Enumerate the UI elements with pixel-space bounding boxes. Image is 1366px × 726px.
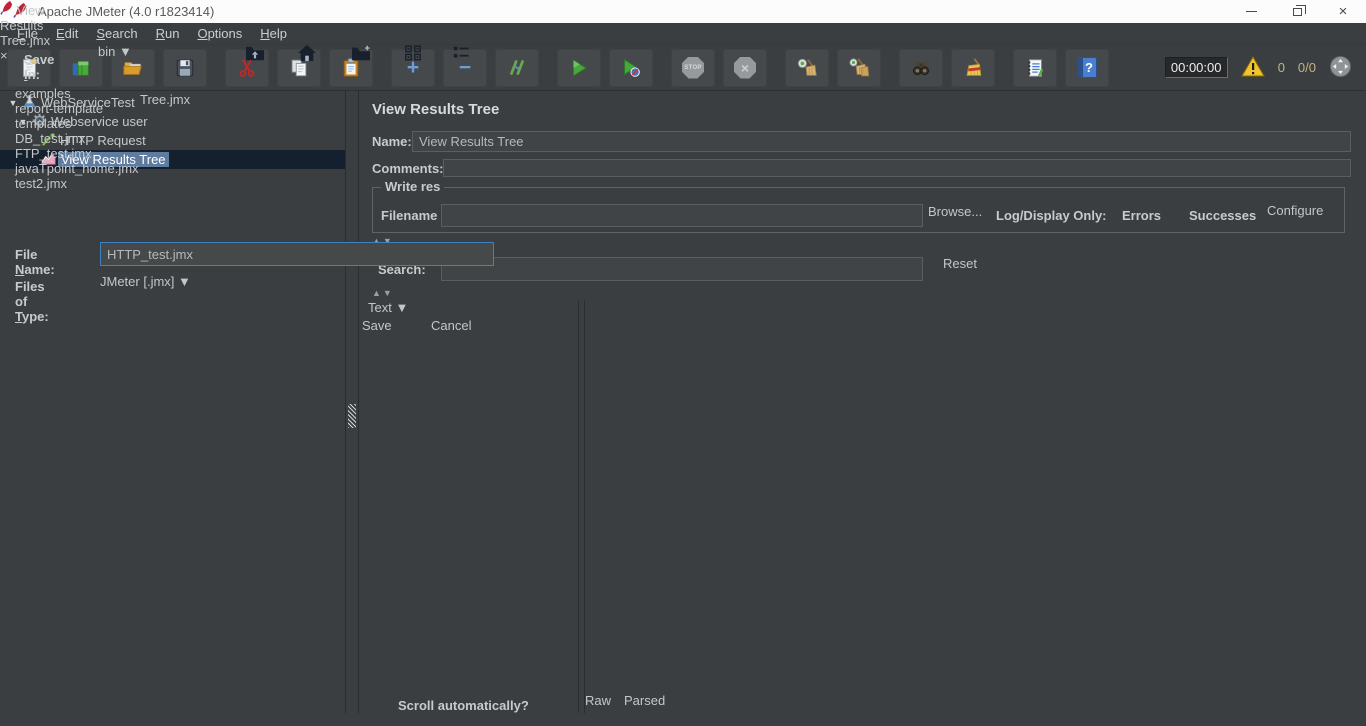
configure-button[interactable]: Configure xyxy=(1267,203,1342,229)
file-row[interactable]: javaTpoint_home.jmx xyxy=(15,161,496,176)
clear-broom-icon xyxy=(796,57,818,79)
file-row-folder[interactable]: templates xyxy=(15,116,496,131)
dialog-close-icon[interactable]: × xyxy=(0,48,8,63)
name-input[interactable]: View Results Tree xyxy=(412,131,1351,152)
grid-view-button[interactable] xyxy=(403,44,423,65)
menu-search[interactable]: Search xyxy=(87,23,146,45)
file-row[interactable]: test2.jmx xyxy=(15,176,496,191)
home-icon xyxy=(297,50,317,65)
filename-input[interactable] xyxy=(441,204,923,227)
splitter-grip[interactable] xyxy=(348,404,356,428)
tab-raw[interactable]: Raw xyxy=(585,693,623,713)
results-list-panel[interactable] xyxy=(368,332,578,690)
shutdown-icon: × xyxy=(734,57,756,79)
play-no-timers-icon xyxy=(620,57,642,79)
scroll-automatically-label: Scroll automatically? xyxy=(398,698,529,713)
reset-button[interactable]: Reset xyxy=(943,256,991,282)
save-in-label: Save In: xyxy=(24,52,54,82)
successes-label: Successes xyxy=(1189,208,1256,223)
successes-checkbox[interactable] xyxy=(1170,207,1183,220)
tab-parsed[interactable]: Parsed xyxy=(624,693,676,713)
log-error-count: 0 xyxy=(1278,60,1285,75)
new-folder-icon xyxy=(350,50,372,65)
list-view-button[interactable] xyxy=(451,44,471,65)
toggle-icon xyxy=(506,57,528,79)
scroll-automatically-checkbox[interactable] xyxy=(378,698,391,711)
help-button[interactable]: ? xyxy=(1065,49,1109,87)
thread-counter: 0/0 xyxy=(1298,60,1316,75)
start-button[interactable] xyxy=(557,49,601,87)
function-helper-button[interactable] xyxy=(1013,49,1057,87)
home-button[interactable] xyxy=(297,44,317,65)
menu-options[interactable]: Options xyxy=(188,23,251,45)
files-of-type-label: Files of Type: xyxy=(15,279,49,324)
menu-run[interactable]: Run xyxy=(147,23,189,45)
toggle-element-button[interactable] xyxy=(495,49,539,87)
view-results-tree-panel: View Results Tree Name: View Results Tre… xyxy=(359,91,1366,713)
cancel-button[interactable]: Cancel xyxy=(431,318,495,342)
up-one-level-button[interactable] xyxy=(244,44,266,65)
start-no-timers-button[interactable] xyxy=(609,49,653,87)
results-splitter-line[interactable] xyxy=(578,300,579,713)
warning-icon[interactable] xyxy=(1241,56,1265,80)
log-display-only-label: Log/Display Only: xyxy=(996,208,1107,223)
stop-icon: STOP xyxy=(682,57,704,79)
file-row-folder[interactable]: examples xyxy=(15,86,496,101)
errors-label: Errors xyxy=(1122,208,1161,223)
clear-all-brooms-icon xyxy=(848,57,870,79)
function-helper-icon xyxy=(1024,57,1046,79)
test-timer: 00:00:00 xyxy=(1165,57,1228,78)
menu-edit[interactable]: Edit xyxy=(47,23,87,45)
file-row[interactable]: DB_test.jmx xyxy=(15,131,496,146)
binoculars-icon xyxy=(910,57,932,79)
file-name-input[interactable]: HTTP_test.jmx xyxy=(100,242,494,266)
file-row-folder[interactable]: report-template xyxy=(15,101,496,116)
templates-icon xyxy=(70,57,92,79)
save-in-dropdown[interactable]: bin ▼ xyxy=(90,44,230,75)
restore-button[interactable] xyxy=(1274,0,1320,23)
shutdown-button[interactable]: × xyxy=(723,49,767,87)
stop-button[interactable]: STOP xyxy=(671,49,715,87)
grid-view-icon xyxy=(403,50,423,65)
file-list[interactable]: examples report-template templates DB_te… xyxy=(15,86,496,229)
play-icon xyxy=(568,57,590,79)
search-input[interactable] xyxy=(441,257,923,281)
create-new-folder-button[interactable] xyxy=(350,44,372,65)
file-name-label: File Name: xyxy=(15,247,55,277)
search-reset-button[interactable] xyxy=(951,49,995,87)
files-of-type-dropdown[interactable]: JMeter [.jmx] ▼ xyxy=(100,274,494,299)
clear-all-button[interactable] xyxy=(837,49,881,87)
list-view-icon xyxy=(451,50,471,65)
up-folder-icon xyxy=(244,50,266,65)
search-button[interactable] xyxy=(899,49,943,87)
window-titlebar: Apache JMeter (4.0 r1823414) × xyxy=(0,0,1366,23)
response-data-panel xyxy=(585,320,1357,693)
file-row[interactable]: FTP_test.jmx xyxy=(15,146,496,161)
help-book-icon: ? xyxy=(1078,57,1097,78)
menubar: File Edit Search Run Options Help xyxy=(0,23,1366,45)
remote-start-globe-icon[interactable] xyxy=(1329,55,1352,81)
errors-checkbox[interactable] xyxy=(1103,207,1116,220)
save-confirm-button[interactable]: Save xyxy=(362,318,416,342)
reset-broom-icon xyxy=(962,57,984,79)
browse-button[interactable]: Browse... xyxy=(928,204,988,227)
jmeter-logo-icon xyxy=(0,3,17,18)
menu-help[interactable]: Help xyxy=(251,23,296,45)
close-button[interactable]: × xyxy=(1320,0,1366,23)
comments-input[interactable] xyxy=(443,159,1351,177)
selected-filename-text: HTTP_test.jmx xyxy=(107,247,193,262)
window-title: Apache JMeter (4.0 r1823414) xyxy=(38,4,214,19)
minimize-button[interactable] xyxy=(1228,0,1274,23)
file-row[interactable]: Tree.jmx xyxy=(140,92,190,107)
clear-button[interactable] xyxy=(785,49,829,87)
